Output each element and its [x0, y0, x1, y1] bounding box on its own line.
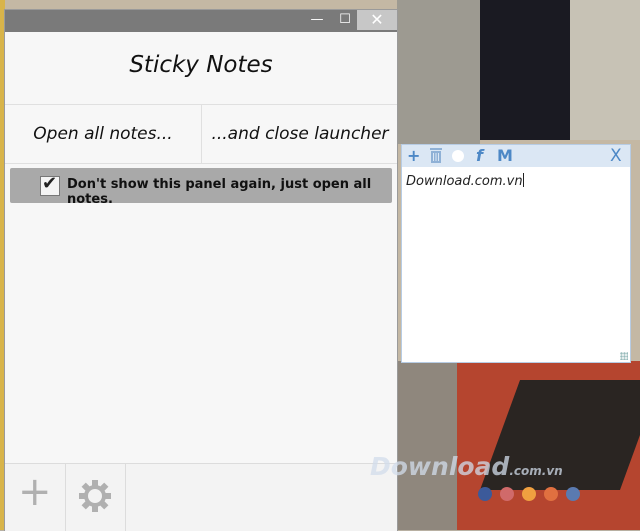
watermark-suffix: .com.vn	[509, 464, 563, 478]
maximize-button[interactable]: ☐	[331, 10, 359, 30]
plus-icon: +	[18, 469, 52, 515]
note-content[interactable]: Download.com.vn	[406, 173, 524, 189]
note-format-button[interactable]: f	[476, 146, 483, 165]
minimize-button[interactable]: —	[303, 10, 331, 30]
wallpaper-light-panel	[570, 0, 640, 140]
sticky-note[interactable]: + f M X Download.com.vn	[401, 144, 631, 363]
note-toolbar: + f M X	[402, 145, 630, 167]
dont-show-label: Don't show this panel again, just open a…	[67, 177, 372, 207]
launcher-window: — ☐ ✕ Sticky Notes Open all notes... ...…	[5, 10, 397, 531]
note-close-button[interactable]: X	[610, 146, 622, 166]
note-add-button[interactable]: +	[407, 146, 420, 165]
watermark-dot	[500, 487, 514, 501]
note-text: Download.com.vn	[406, 174, 523, 189]
watermark: Download.com.vn	[370, 452, 563, 481]
dont-show-checkbox[interactable]: ✔	[40, 173, 60, 196]
wallpaper-dark-panel	[480, 0, 570, 140]
launcher-actions: Open all notes... ...and close launcher	[5, 104, 397, 164]
text-cursor	[522, 173, 524, 187]
dont-show-option[interactable]: ✔ Don't show this panel again, just open…	[10, 168, 392, 207]
note-menu-button[interactable]: M	[497, 146, 513, 165]
watermark-dot	[566, 487, 580, 501]
watermark-dot	[522, 487, 536, 501]
title-bar: — ☐ ✕	[5, 10, 397, 32]
app-title: Sticky Notes	[129, 52, 273, 78]
resize-grip-icon[interactable]	[620, 352, 628, 360]
settings-button[interactable]	[65, 464, 126, 531]
watermark-brand: Download	[370, 452, 510, 481]
add-note-button[interactable]: +	[5, 464, 66, 531]
watermark-dot	[544, 487, 558, 501]
wallpaper-gray-panel	[397, 0, 480, 144]
bottom-toolbar: +	[5, 463, 397, 531]
close-button[interactable]: ✕	[357, 10, 397, 30]
watermark-dot	[478, 487, 492, 501]
note-color-button[interactable]	[452, 150, 464, 162]
gear-icon	[79, 480, 111, 512]
open-all-notes-button[interactable]: Open all notes...	[5, 105, 201, 163]
trash-icon[interactable]	[430, 148, 442, 163]
wallpaper-gray-strip	[397, 361, 457, 530]
checkmark-icon: ✔	[42, 173, 58, 194]
close-launcher-button[interactable]: ...and close launcher	[201, 105, 398, 163]
